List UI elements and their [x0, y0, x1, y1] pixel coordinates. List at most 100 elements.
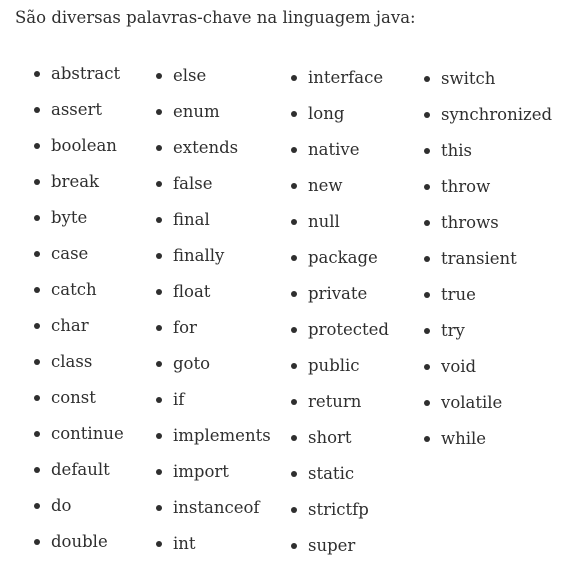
bullet-icon [424, 256, 430, 262]
list-item: while [424, 427, 552, 463]
keyword-text: implements [173, 426, 271, 445]
keyword-text: volatile [441, 393, 503, 412]
list-item: byte [34, 206, 124, 242]
bullet-icon [424, 292, 430, 298]
keyword-text: float [173, 282, 211, 301]
keyword-text: return [308, 392, 362, 411]
list-item: implements [156, 424, 271, 460]
list-item: instanceof [156, 496, 271, 532]
keyword-text: try [441, 321, 465, 340]
bullet-icon [156, 469, 162, 475]
keyword-text: abstract [51, 64, 121, 83]
bullet-icon [156, 541, 162, 547]
bullet-icon [34, 359, 40, 365]
list-item: assert [34, 98, 124, 134]
bullet-icon [34, 179, 40, 185]
keyword-list-column-4: switch synchronized this throw throws transie… [424, 67, 552, 463]
list-item: goto [156, 352, 271, 388]
keyword-text: int [173, 534, 196, 553]
keyword-text: new [308, 176, 343, 195]
list-item: else [156, 64, 271, 100]
bullet-icon [424, 436, 430, 442]
list-item: switch [424, 67, 552, 103]
keyword-text: false [173, 174, 213, 193]
keyword-text: this [441, 141, 473, 160]
list-item: do [34, 494, 124, 530]
list-item: throw [424, 175, 552, 211]
list-item: static [291, 462, 389, 498]
bullet-icon [291, 291, 297, 297]
list-item: short [291, 426, 389, 462]
keyword-text: goto [173, 354, 211, 373]
keyword-text: synchronized [441, 105, 553, 124]
bullet-icon [34, 251, 40, 257]
keyword-text: assert [51, 100, 103, 119]
bullet-icon [156, 361, 162, 367]
list-item: long [291, 102, 389, 138]
list-item: false [156, 172, 271, 208]
list-item: catch [34, 278, 124, 314]
list-item: throws [424, 211, 552, 247]
bullet-icon [34, 431, 40, 437]
keyword-text: static [308, 464, 355, 483]
list-item: enum [156, 100, 271, 136]
list-item: return [291, 390, 389, 426]
bullet-icon [34, 503, 40, 509]
bullet-icon [156, 73, 162, 79]
keyword-text: class [51, 352, 93, 371]
bullet-icon [156, 145, 162, 151]
bullet-icon [156, 217, 162, 223]
keyword-list-column-1: abstract assert boolean break byte case catch c… [34, 62, 124, 566]
keyword-text: final [173, 210, 210, 229]
bullet-icon [291, 543, 297, 549]
list-item: native [291, 138, 389, 174]
list-item: char [34, 314, 124, 350]
keyword-list-column-3: interface long native new null package private… [291, 66, 389, 570]
bullet-icon [156, 433, 162, 439]
list-item: this [424, 139, 552, 175]
list-item: super [291, 534, 389, 570]
bullet-icon [424, 400, 430, 406]
list-item: const [34, 386, 124, 422]
list-item: true [424, 283, 552, 319]
list-item: strictfp [291, 498, 389, 534]
list-item: boolean [34, 134, 124, 170]
bullet-icon [156, 505, 162, 511]
bullet-icon [291, 363, 297, 369]
list-item: import [156, 460, 271, 496]
bullet-icon [34, 215, 40, 221]
list-item: try [424, 319, 552, 355]
list-item: final [156, 208, 271, 244]
keyword-text: char [51, 316, 89, 335]
keyword-text: const [51, 388, 96, 407]
bullet-icon [291, 255, 297, 261]
bullet-icon [291, 111, 297, 117]
keyword-text: interface [308, 68, 384, 87]
bullet-icon [34, 539, 40, 545]
keyword-text: instanceof [173, 498, 260, 517]
bullet-icon [424, 76, 430, 82]
keyword-text: transient [441, 249, 517, 268]
list-item: package [291, 246, 389, 282]
bullet-icon [424, 148, 430, 154]
bullet-icon [34, 323, 40, 329]
bullet-icon [156, 397, 162, 403]
bullet-icon [156, 325, 162, 331]
bullet-icon [34, 143, 40, 149]
keyword-text: continue [51, 424, 124, 443]
keyword-text: case [51, 244, 89, 263]
bullet-icon [156, 289, 162, 295]
keyword-text: void [441, 357, 477, 376]
bullet-icon [424, 184, 430, 190]
keyword-text: strictfp [308, 500, 369, 519]
keyword-text: extends [173, 138, 239, 157]
list-item: void [424, 355, 552, 391]
list-item: transient [424, 247, 552, 283]
list-item: default [34, 458, 124, 494]
keyword-text: package [308, 248, 378, 267]
list-item: public [291, 354, 389, 390]
keyword-text: import [173, 462, 229, 481]
keyword-text: for [173, 318, 197, 337]
list-item: extends [156, 136, 271, 172]
bullet-icon [34, 71, 40, 77]
